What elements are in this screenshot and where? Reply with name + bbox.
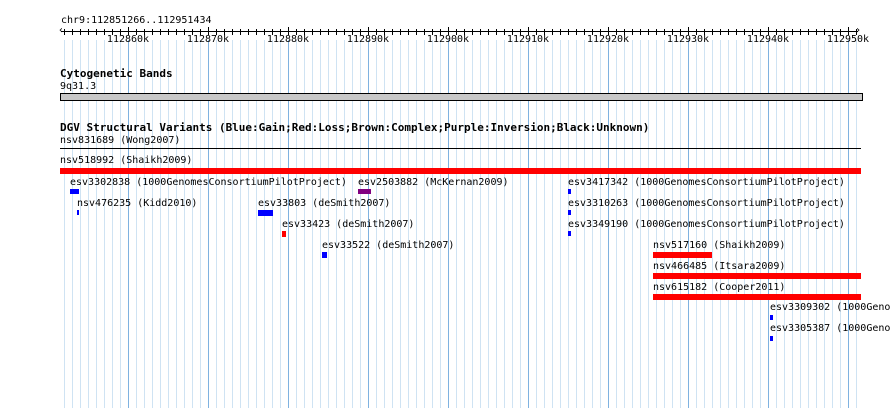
variant-label[interactable]: esv3309302 (1000Geno [770, 302, 890, 314]
ruler-tick-label: 112950k [826, 34, 870, 45]
dgv-track-title: DGV Structural Variants (Blue:Gain;Red:L… [60, 121, 650, 134]
variant-label[interactable]: esv2503882 (McKernan2009) [358, 177, 509, 189]
variant-feature-loss[interactable] [653, 273, 861, 279]
variant-label[interactable]: nsv831689 (Wong2007) [60, 135, 180, 147]
ruler-tick-label: 112880k [266, 34, 310, 45]
variant-label[interactable]: esv3349190 (1000GenomesConsortiumPilotPr… [568, 219, 845, 231]
variant-label[interactable]: esv3417342 (1000GenomesConsortiumPilotPr… [568, 177, 845, 189]
ruler-tick-label: 112900k [426, 34, 470, 45]
variant-label[interactable]: esv3305387 (1000Geno [770, 323, 890, 335]
variant-feature-gain[interactable] [770, 336, 773, 341]
variant-feature-loss[interactable] [282, 231, 286, 237]
ruler-tick-label: 112940k [746, 34, 790, 45]
cytoband-bar[interactable] [60, 93, 863, 101]
variant-feature-gain[interactable] [258, 210, 273, 216]
ruler-tick-label: 112890k [346, 34, 390, 45]
variant-feature-loss[interactable] [60, 168, 861, 174]
ruler-tick-label: 112910k [506, 34, 550, 45]
variant-feature-inversion[interactable] [358, 189, 371, 194]
ruler-tick-label: 112930k [666, 34, 710, 45]
variant-feature-loss[interactable] [653, 252, 712, 258]
variant-feature-gain[interactable] [70, 189, 79, 194]
variant-feature-gain[interactable] [568, 231, 571, 236]
variant-feature-gain[interactable] [568, 189, 571, 194]
variant-feature-line[interactable] [60, 148, 861, 149]
variant-label[interactable]: esv33803 (deSmith2007) [258, 198, 390, 210]
variant-label[interactable]: nsv476235 (Kidd2010) [77, 198, 197, 210]
ruler-tick-label: 112920k [586, 34, 630, 45]
variant-label[interactable]: esv33522 (deSmith2007) [322, 240, 454, 252]
variant-label[interactable]: nsv518992 (Shaikh2009) [60, 155, 192, 167]
cytoband-track-title: Cytogenetic Bands [60, 67, 173, 80]
variant-label[interactable]: esv3302838 (1000GenomesConsortiumPilotPr… [70, 177, 347, 189]
variant-feature-gain[interactable] [322, 252, 327, 258]
ruler-tick-label: 112870k [186, 34, 230, 45]
variant-label[interactable]: nsv466485 (Itsara2009) [653, 261, 785, 273]
variant-label[interactable]: nsv615182 (Cooper2011) [653, 282, 785, 294]
variant-label[interactable]: nsv517160 (Shaikh2009) [653, 240, 785, 252]
variant-feature-gain[interactable] [568, 210, 571, 215]
variant-label[interactable]: esv33423 (deSmith2007) [282, 219, 414, 231]
variant-feature-loss[interactable] [653, 294, 861, 300]
variant-feature-gain[interactable] [770, 315, 773, 320]
cytoband-label: 9q31.3 [60, 81, 97, 92]
variant-label[interactable]: esv3310263 (1000GenomesConsortiumPilotPr… [568, 198, 845, 210]
ruler-tick-label: 112860k [106, 34, 150, 45]
variant-feature-gain[interactable] [77, 210, 79, 215]
